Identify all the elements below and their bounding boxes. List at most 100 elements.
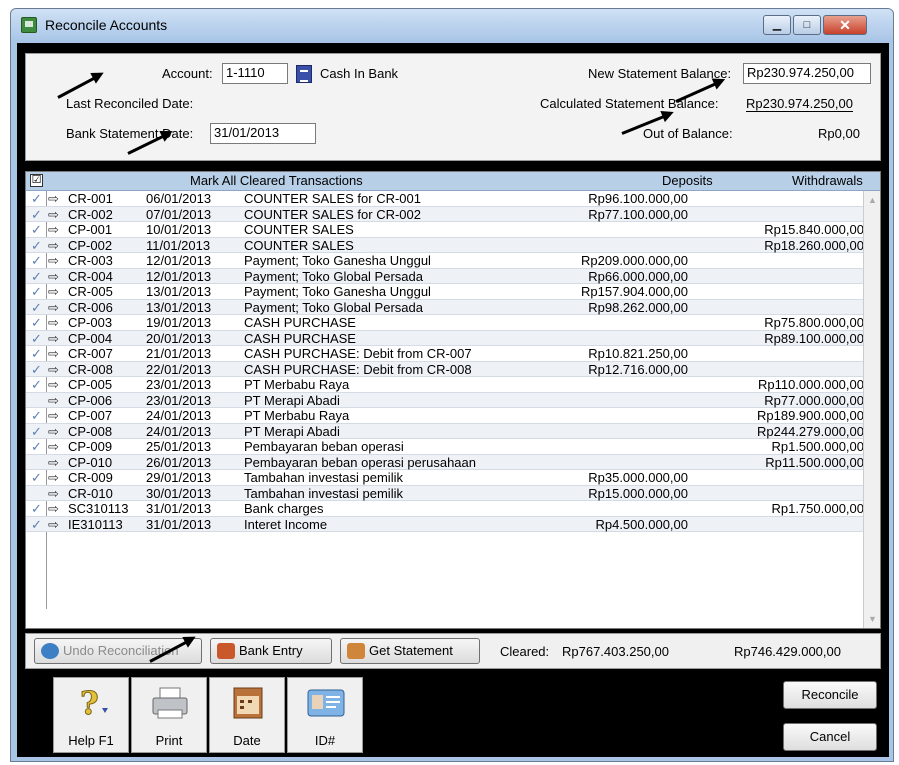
zoom-arrow-icon[interactable]: ⇨: [48, 222, 59, 237]
table-row[interactable]: ✓ ⇨ CP-003 19/01/2013 CASH PURCHASE Rp75.800.…: [26, 315, 864, 331]
table-row[interactable]: ✓ ⇨ SC310113 31/01/2013 Bank charges Rp1.750.…: [26, 501, 864, 517]
row-withdrawal: Rp1.500.000,00: [771, 439, 864, 454]
zoom-arrow-icon[interactable]: ⇨: [48, 377, 59, 392]
zoom-arrow-icon[interactable]: ⇨: [48, 424, 59, 439]
cleared-checkmark[interactable]: ✓: [31, 222, 45, 237]
maximize-button[interactable]: □: [793, 15, 821, 35]
zoom-arrow-icon[interactable]: ⇨: [48, 517, 59, 532]
cleared-checkmark[interactable]: ✓: [31, 408, 45, 423]
print-button[interactable]: Print: [131, 677, 207, 753]
undo-reconciliation-button[interactable]: Undo Reconciliation: [34, 638, 202, 664]
zoom-arrow-icon[interactable]: ⇨: [48, 238, 59, 253]
cleared-checkmark[interactable]: ✓: [31, 238, 45, 253]
table-row[interactable]: ✓ ⇨ CR-009 29/01/2013 Tambahan investasi pem…: [26, 470, 864, 486]
row-withdrawal: Rp15.840.000,00: [764, 222, 864, 237]
row-date: 24/01/2013: [146, 408, 212, 423]
cleared-checkmark[interactable]: ✓: [31, 315, 45, 330]
zoom-arrow-icon[interactable]: ⇨: [48, 331, 59, 346]
zoom-arrow-icon[interactable]: ⇨: [48, 501, 59, 516]
cleared-checkmark[interactable]: ✓: [31, 269, 45, 284]
cleared-checkmark[interactable]: ✓: [31, 284, 45, 299]
table-row[interactable]: ✓ ⇨ CP-002 11/01/2013 COUNTER SALES Rp18.260.…: [26, 237, 864, 253]
zoom-arrow-icon[interactable]: ⇨: [48, 269, 59, 284]
table-row[interactable]: ⇨ CP-006 23/01/2013 PT Merapi Abadi Rp77.000…: [26, 392, 864, 408]
table-row[interactable]: ✓ ⇨ IE310113 31/01/2013 Interet Income Rp4.50…: [26, 516, 864, 532]
table-row[interactable]: ✓ ⇨ CR-001 06/01/2013 COUNTER SALES for CR-0…: [26, 191, 864, 207]
table-row[interactable]: ✓ ⇨ CR-008 22/01/2013 CASH PURCHASE: Debit f…: [26, 361, 864, 377]
zoom-arrow-icon[interactable]: ⇨: [48, 207, 59, 222]
table-row[interactable]: ✓ ⇨ CP-009 25/01/2013 Pembayaran beban opera…: [26, 439, 864, 455]
cleared-checkmark[interactable]: ✓: [31, 424, 45, 439]
scroll-down-icon[interactable]: ▼: [868, 614, 877, 624]
zoom-arrow-icon[interactable]: ⇨: [48, 362, 59, 377]
table-row[interactable]: ✓ ⇨ CP-008 24/01/2013 PT Merapi Abadi Rp244.2…: [26, 423, 864, 439]
zoom-arrow-icon[interactable]: ⇨: [48, 284, 59, 299]
table-row[interactable]: ✓ ⇨ CP-005 23/01/2013 PT Merbabu Raya Rp110.0…: [26, 377, 864, 393]
cleared-checkmark[interactable]: ✓: [31, 331, 45, 346]
cleared-checkmark[interactable]: ✓: [31, 207, 45, 222]
row-id: CP-004: [68, 330, 113, 346]
mark-all-cleared-label[interactable]: Mark All Cleared Transactions: [190, 173, 363, 188]
table-row[interactable]: ✓ ⇨ CR-003 12/01/2013 Payment; Toko Ganesha …: [26, 253, 864, 269]
date-button[interactable]: Date: [209, 677, 285, 753]
table-row[interactable]: ✓ ⇨ CP-007 24/01/2013 PT Merbabu Raya Rp189.9…: [26, 408, 864, 424]
account-number-field[interactable]: 1-1110: [222, 63, 288, 84]
grid-scrollbar[interactable]: ▲ ▼: [863, 191, 880, 628]
zoom-arrow-icon[interactable]: ⇨: [48, 253, 59, 268]
table-row[interactable]: ✓ ⇨ CP-004 20/01/2013 CASH PURCHASE Rp89.100.…: [26, 330, 864, 346]
cancel-button[interactable]: Cancel: [783, 723, 877, 751]
help-button[interactable]: ? Help F1: [53, 677, 129, 753]
table-row[interactable]: ✓ ⇨ CR-007 21/01/2013 CASH PURCHASE: Debit f…: [26, 346, 864, 362]
cleared-checkmark[interactable]: ✓: [31, 501, 45, 516]
zoom-arrow-icon[interactable]: ⇨: [48, 470, 59, 485]
row-memo: Pembayaran beban operasi perusahaan: [244, 454, 477, 470]
row-id: CP-008: [68, 423, 113, 439]
cleared-checkmark[interactable]: ✓: [31, 191, 45, 206]
get-statement-button[interactable]: Get Statement: [340, 638, 480, 664]
cleared-checkmark[interactable]: ✓: [31, 362, 45, 377]
close-button[interactable]: ✕: [823, 15, 867, 35]
bank-entry-button[interactable]: Bank Entry: [210, 638, 332, 664]
zoom-arrow-icon[interactable]: ⇨: [48, 486, 59, 501]
table-row[interactable]: ✓ ⇨ CR-004 12/01/2013 Payment; Toko Global P…: [26, 268, 864, 284]
get-statement-label: Get Statement: [369, 643, 453, 658]
zoom-arrow-icon[interactable]: ⇨: [48, 191, 59, 206]
table-row[interactable]: ✓ ⇨ CR-006 13/01/2013 Payment; Toko Global P…: [26, 299, 864, 315]
zoom-arrow-icon[interactable]: ⇨: [48, 393, 59, 408]
table-row[interactable]: ⇨ CR-010 30/01/2013 Tambahan investasi pemi…: [26, 485, 864, 501]
zoom-arrow-icon[interactable]: ⇨: [48, 439, 59, 454]
scroll-up-icon[interactable]: ▲: [868, 195, 877, 205]
new-statement-balance-field[interactable]: Rp230.974.250,00: [743, 63, 871, 84]
row-date: 29/01/2013: [146, 470, 212, 485]
zoom-arrow-icon[interactable]: ⇨: [48, 455, 59, 470]
new-statement-balance-label: New Statement Balance:: [588, 66, 732, 81]
reconcile-button[interactable]: Reconcile: [783, 681, 877, 709]
zoom-arrow-icon[interactable]: ⇨: [48, 315, 59, 330]
table-row[interactable]: ✓ ⇨ CR-002 07/01/2013 COUNTER SALES for CR-0…: [26, 206, 864, 222]
cleared-checkmark[interactable]: ✓: [31, 253, 45, 268]
row-memo: Bank charges: [244, 501, 324, 516]
id-button[interactable]: ID#: [287, 677, 363, 753]
cleared-checkmark[interactable]: ✓: [31, 517, 45, 532]
calculated-statement-balance-value: Rp230.974.250,00: [746, 96, 853, 112]
table-row[interactable]: ✓ ⇨ CR-005 13/01/2013 Payment; Toko Ganesha …: [26, 284, 864, 300]
cleared-checkmark[interactable]: ✓: [31, 300, 45, 315]
cleared-checkmark[interactable]: ✓: [31, 470, 45, 485]
table-row[interactable]: ✓ ⇨ CP-001 10/01/2013 COUNTER SALES Rp15.840.…: [26, 222, 864, 238]
zoom-arrow-icon[interactable]: ⇨: [48, 408, 59, 423]
cleared-checkmark[interactable]: ✓: [31, 439, 45, 454]
cleared-checkmark[interactable]: ✓: [31, 346, 45, 361]
last-reconciled-date-label: Last Reconciled Date:: [66, 96, 194, 111]
table-row[interactable]: ⇨ CP-010 26/01/2013 Pembayaran beban operas…: [26, 454, 864, 470]
close-icon: ✕: [839, 17, 851, 33]
bank-statement-date-field[interactable]: 31/01/2013: [210, 123, 316, 144]
row-id: CR-009: [68, 470, 113, 485]
account-lookup-icon[interactable]: [296, 65, 312, 83]
cleared-checkmark[interactable]: ✓: [31, 377, 45, 392]
zoom-arrow-icon[interactable]: ⇨: [48, 346, 59, 361]
minimize-button[interactable]: ▁: [763, 15, 791, 35]
zoom-arrow-icon[interactable]: ⇨: [48, 300, 59, 315]
row-id: CP-010: [68, 454, 113, 470]
row-date: 19/01/2013: [146, 315, 212, 330]
mark-all-checkbox[interactable]: ☑: [30, 174, 43, 187]
